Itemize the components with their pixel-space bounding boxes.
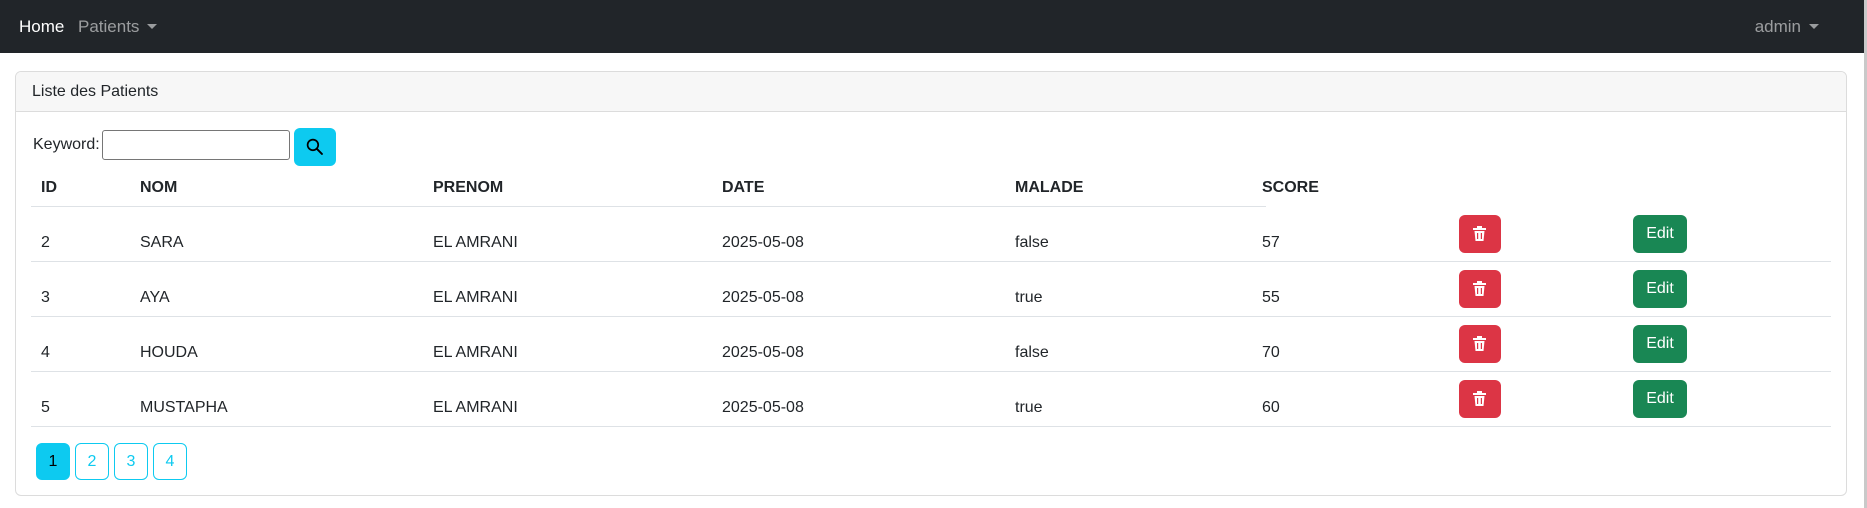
cell-prenom: EL AMRANI [433,344,518,361]
cell-id: 4 [41,344,50,361]
table-header-divider [31,206,1266,207]
column-header-nom: NOM [140,179,178,196]
edit-button[interactable]: Edit [1633,270,1687,308]
search-button[interactable] [294,128,336,166]
cell-nom: AYA [140,289,170,306]
cell-score: 60 [1262,399,1280,416]
cell-prenom: EL AMRANI [433,399,518,416]
cell-score: 55 [1262,289,1280,306]
patients-card: Liste des Patients Keyword: ID NOM PRENO… [15,71,1847,496]
cell-malade: true [1015,399,1043,416]
cell-id: 2 [41,234,50,251]
cell-prenom: EL AMRANI [433,234,518,251]
column-header-score: SCORE [1262,179,1319,196]
column-header-date: DATE [722,179,765,196]
cell-malade: false [1015,234,1049,251]
nav-home-link[interactable]: Home [19,17,64,37]
delete-button[interactable] [1459,270,1501,308]
column-header-malade: MALADE [1015,179,1084,196]
row-divider [31,316,1831,317]
delete-button[interactable] [1459,325,1501,363]
trash-icon [1473,226,1486,241]
cell-malade: true [1015,289,1043,306]
cell-nom: SARA [140,234,184,251]
cell-id: 3 [41,289,50,306]
top-navbar: Home Patients admin [0,0,1867,53]
row-divider [31,426,1831,427]
search-label: Keyword: [33,136,100,153]
cell-prenom: EL AMRANI [433,289,518,306]
search-input[interactable] [102,130,290,160]
cell-date: 2025-05-08 [722,289,804,306]
cell-date: 2025-05-08 [722,399,804,416]
edit-button[interactable]: Edit [1633,380,1687,418]
cell-nom: MUSTAPHA [140,399,228,416]
edit-button[interactable]: Edit [1633,325,1687,363]
cell-score: 70 [1262,344,1280,361]
nav-patients-dropdown[interactable]: Patients [78,17,158,37]
row-divider [31,261,1831,262]
row-divider [31,371,1831,372]
nav-patients-label: Patients [78,17,140,36]
user-menu-label: admin [1754,17,1801,36]
page-button-4[interactable]: 4 [153,443,187,480]
column-header-prenom: PRENOM [433,179,504,196]
trash-icon [1473,391,1486,406]
edit-button[interactable]: Edit [1633,215,1687,253]
column-header-id: ID [41,179,57,196]
user-menu-dropdown[interactable]: admin [1755,17,1819,37]
delete-button[interactable] [1459,215,1501,253]
cell-date: 2025-05-08 [722,234,804,251]
cell-malade: false [1015,344,1049,361]
search-icon [306,138,323,155]
cell-date: 2025-05-08 [722,344,804,361]
page-button-2[interactable]: 2 [75,443,109,480]
cell-nom: HOUDA [140,344,198,361]
delete-button[interactable] [1459,380,1501,418]
trash-icon [1473,281,1486,296]
chevron-down-icon [147,24,158,29]
cell-score: 57 [1262,234,1280,251]
page-button-1[interactable]: 1 [36,443,70,480]
page-button-3[interactable]: 3 [114,443,148,480]
chevron-down-icon [1809,24,1819,29]
cell-id: 5 [41,399,50,416]
trash-icon [1473,336,1486,351]
card-header: Liste des Patients [16,72,1846,112]
